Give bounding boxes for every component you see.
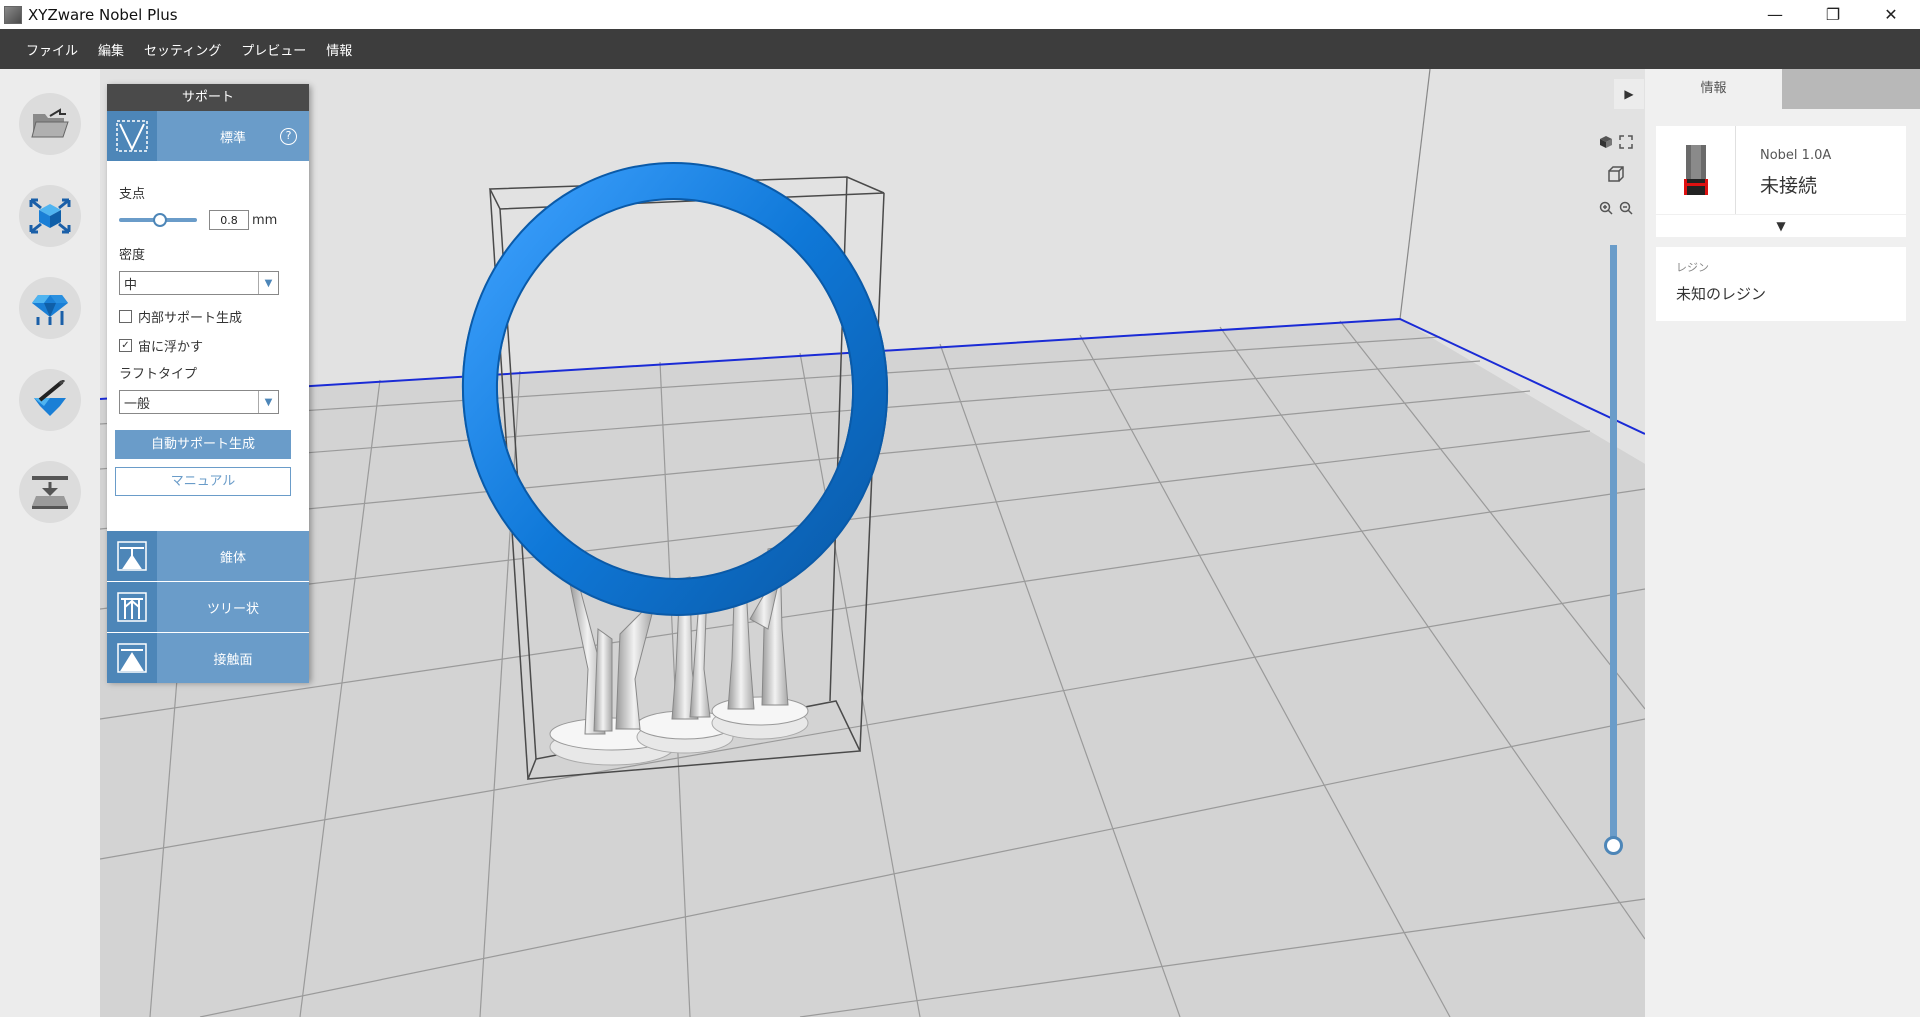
support-type-contact[interactable]: 接触面 bbox=[107, 633, 309, 683]
3d-viewport[interactable] bbox=[100, 69, 1645, 1017]
printer-icon bbox=[1656, 126, 1736, 214]
printer-model: Nobel 1.0A bbox=[1760, 148, 1832, 163]
help-icon[interactable]: ? bbox=[280, 128, 297, 145]
contact-label: 接触面 bbox=[213, 652, 253, 668]
float-option[interactable]: ✓ 宙に浮かす bbox=[119, 336, 297, 355]
auto-support-button[interactable]: 自動サポート生成 bbox=[115, 430, 291, 459]
expand-printer-button[interactable]: ▼ bbox=[1656, 215, 1906, 237]
slice-button[interactable] bbox=[19, 461, 81, 523]
support-type-cone[interactable]: 錐体 bbox=[107, 531, 309, 581]
menu-bar: ファイル 編集 セッティング プレビュー 情報 bbox=[0, 29, 1920, 69]
cone-label: 錐体 bbox=[219, 550, 246, 566]
slice-icon bbox=[32, 476, 68, 509]
internal-support-label: 内部サポート生成 bbox=[138, 311, 243, 326]
zoom-in-icon[interactable] bbox=[1597, 199, 1615, 217]
resin-card: レジン 未知のレジン bbox=[1656, 247, 1906, 321]
right-info-panel: 情報 Nobel 1.0A 未接続 ▼ レジン 未知のレジン bbox=[1645, 69, 1920, 1017]
point-unit: mm bbox=[252, 212, 278, 228]
resin-value: 未知のレジン bbox=[1676, 285, 1767, 303]
support-panel-header: サポート bbox=[107, 84, 309, 111]
view-box-icon[interactable] bbox=[1607, 165, 1625, 183]
tab-empty[interactable] bbox=[1782, 69, 1920, 109]
raft-type-select[interactable]: 一般 ▼ bbox=[119, 390, 279, 414]
open-file-icon bbox=[31, 108, 69, 138]
manual-button[interactable]: マニュアル bbox=[115, 467, 291, 496]
density-label: 密度 bbox=[119, 248, 146, 263]
transform-icon bbox=[29, 198, 71, 234]
maximize-button[interactable]: ❐ bbox=[1804, 0, 1862, 29]
resin-label: レジン bbox=[1676, 261, 1709, 274]
edit-support-icon bbox=[34, 380, 66, 416]
tree-support-icon bbox=[107, 582, 157, 632]
standard-mode-tab[interactable]: 標準 ? bbox=[107, 111, 309, 161]
density-value: 中 bbox=[124, 277, 138, 293]
open-file-button[interactable] bbox=[19, 93, 81, 155]
raft-type-label: ラフトタイプ bbox=[119, 367, 198, 382]
transform-button[interactable] bbox=[19, 185, 81, 247]
raft-type-value: 一般 bbox=[124, 396, 151, 412]
edit-support-button[interactable] bbox=[19, 369, 81, 431]
point-label: 支点 bbox=[119, 187, 146, 202]
float-checkbox[interactable]: ✓ bbox=[119, 339, 132, 352]
build-plate-scene bbox=[100, 69, 1645, 1017]
point-slider[interactable] bbox=[119, 213, 197, 227]
layer-slider-knob[interactable] bbox=[1604, 836, 1623, 855]
support-panel: サポート 標準 ? 支点 mm 密度 中 ▼ 内部サポート生成 bbox=[107, 84, 309, 683]
menu-edit[interactable]: 編集 bbox=[98, 40, 124, 59]
float-label: 宙に浮かす bbox=[138, 340, 204, 355]
density-select[interactable]: 中 ▼ bbox=[119, 271, 279, 295]
view-cube-icon[interactable] bbox=[1597, 133, 1615, 151]
collapse-panel-button[interactable]: ▶ bbox=[1614, 79, 1644, 109]
menu-settings[interactable]: セッティング bbox=[144, 40, 221, 59]
tab-info[interactable]: 情報 bbox=[1645, 69, 1782, 109]
internal-support-checkbox[interactable] bbox=[119, 310, 132, 323]
left-toolbar bbox=[0, 69, 100, 1017]
window-title: XYZware Nobel Plus bbox=[28, 5, 178, 24]
printer-status: 未接続 bbox=[1760, 175, 1818, 197]
title-bar: XYZware Nobel Plus — ❐ ✕ bbox=[0, 0, 1920, 29]
cone-support-icon bbox=[107, 531, 157, 581]
app-icon bbox=[4, 5, 22, 24]
support-tool-button[interactable] bbox=[19, 277, 81, 339]
menu-file[interactable]: ファイル bbox=[26, 40, 78, 59]
zoom-out-icon[interactable] bbox=[1617, 199, 1635, 217]
chevron-down-icon: ▼ bbox=[258, 272, 278, 294]
standard-support-icon bbox=[107, 111, 157, 161]
contact-support-icon bbox=[107, 633, 157, 683]
layer-slider[interactable] bbox=[1610, 245, 1617, 845]
printer-card[interactable]: Nobel 1.0A 未接続 bbox=[1656, 126, 1906, 214]
tree-label: ツリー状 bbox=[206, 601, 259, 617]
point-input[interactable] bbox=[209, 210, 249, 230]
menu-info[interactable]: 情報 bbox=[326, 40, 352, 59]
internal-support-option[interactable]: 内部サポート生成 bbox=[119, 307, 297, 326]
window-controls: — ❐ ✕ bbox=[1746, 0, 1920, 29]
chevron-down-icon: ▼ bbox=[258, 391, 278, 413]
close-button[interactable]: ✕ bbox=[1862, 0, 1920, 29]
support-type-tree[interactable]: ツリー状 bbox=[107, 582, 309, 632]
fullscreen-icon[interactable] bbox=[1617, 133, 1635, 151]
menu-preview[interactable]: プレビュー bbox=[241, 40, 306, 59]
gem-icon bbox=[32, 295, 68, 325]
point-slider-knob[interactable] bbox=[153, 213, 167, 227]
minimize-button[interactable]: — bbox=[1746, 0, 1804, 29]
